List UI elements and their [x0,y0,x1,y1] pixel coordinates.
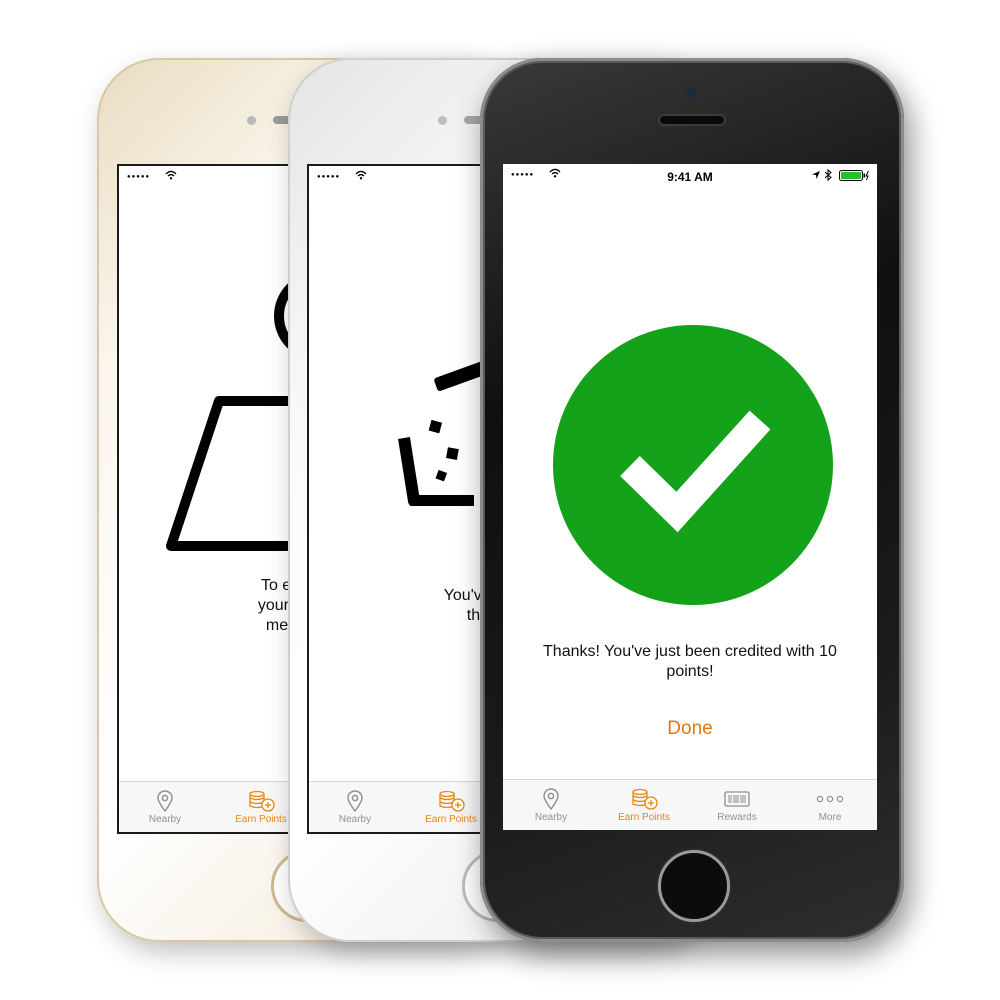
confirmation-message: Thanks! You've just been credited with 1… [543,643,837,680]
tab-earn-points[interactable]: Earn Points [598,780,690,830]
wifi-icon [355,170,367,180]
tab-nearby[interactable]: Nearby [309,782,401,832]
status-bar: ●●●●● 9:41 AM [503,164,877,186]
tab-label: Nearby [534,812,568,823]
location-pin-icon [157,790,173,812]
phone-front-black: ●●●●● 9:41 AM Thanks! You've just been c… [480,58,904,942]
coins-plus-icon [249,790,275,812]
tab-label: Nearby [338,814,372,825]
location-arrow-icon [812,171,820,179]
front-camera [687,89,696,98]
tab-label: More [818,812,842,823]
home-button [658,850,730,922]
location-pin-icon [543,788,559,810]
screen: ●●●●● 9:41 AM Thanks! You've just been c… [503,164,877,830]
earpiece-speaker [660,116,724,124]
bluetooth-icon [824,169,832,181]
location-pin-icon [347,790,363,812]
battery-icon [839,170,869,181]
barcode-card-icon [724,791,750,807]
signal-icon: ●●●●● [127,174,151,180]
tab-nearby[interactable]: Nearby [505,780,597,830]
tab-label: Nearby [148,814,182,825]
tab-more[interactable]: More [784,780,876,830]
tab-label: Rewards [717,812,757,823]
front-camera [247,116,256,125]
wifi-icon [165,170,177,180]
front-camera [438,116,447,125]
done-button[interactable]: Done [630,718,750,740]
tab-nearby[interactable]: Nearby [119,782,211,832]
coins-plus-icon [439,790,465,812]
coins-plus-icon [632,788,658,810]
tab-bar: Nearby Earn Points Rewards More [503,779,877,830]
tab-label: Earn Points [618,812,670,823]
success-check-icon [553,325,833,605]
tab-rewards[interactable]: Rewards [691,780,783,830]
signal-icon: ●●●●● [317,174,341,180]
more-dots-icon [816,795,844,803]
